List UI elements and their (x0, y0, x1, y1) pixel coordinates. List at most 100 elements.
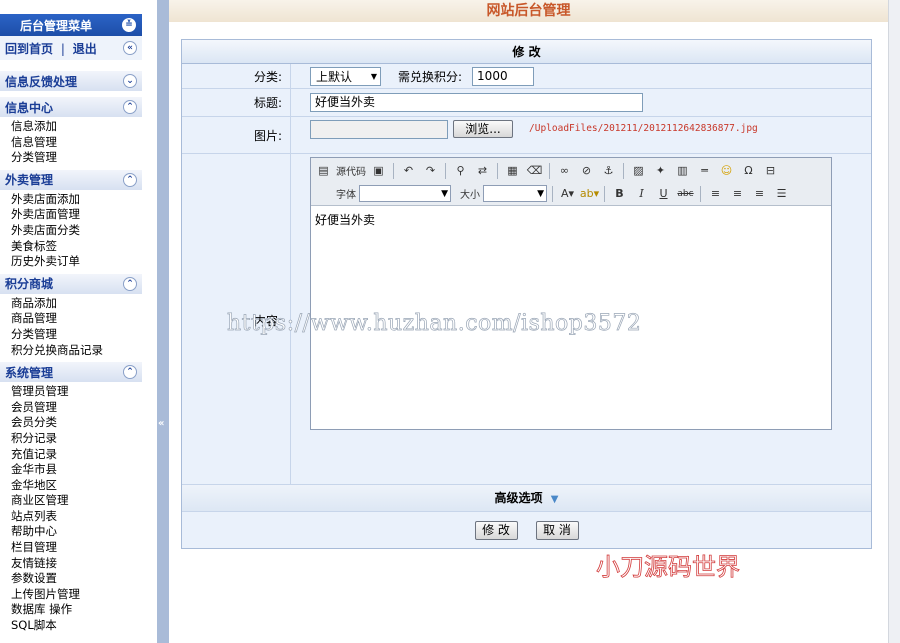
chevron-down-icon[interactable]: ⌄ (123, 74, 137, 88)
replace-icon[interactable]: ⇄ (473, 162, 492, 179)
image-path: /UploadFiles/201211/2012112642836877.jpg (529, 123, 758, 134)
sidebar-section: 积分商城 ⌃ 商品添加 商品管理 分类管理 积分兑换商品记录 (0, 273, 142, 359)
sidebar-item[interactable]: 商业区管理 (11, 493, 142, 509)
sidebar-item[interactable]: 金华市县 (11, 462, 142, 478)
link-icon[interactable]: ∞ (555, 162, 574, 179)
sidebar-item[interactable]: 分类管理 (11, 150, 142, 166)
flash-icon[interactable]: ✦ (651, 162, 670, 179)
sidebar-item[interactable]: 帮助中心 (11, 524, 142, 540)
find-icon[interactable]: ⚲ (451, 162, 470, 179)
toolbar-divider (497, 162, 498, 179)
category-label: 分类: (182, 64, 291, 88)
chevron-up-icon[interactable]: ⌃ (123, 100, 137, 114)
submit-button[interactable]: 修 改 (474, 520, 518, 540)
font-select[interactable]: ▼ (359, 185, 451, 202)
browse-button[interactable]: 浏览... (453, 120, 513, 138)
table-icon[interactable]: ▥ (673, 162, 692, 179)
sidebar-item-list: 外卖店面添加 外卖店面管理 外卖店面分类 美食标签 历史外卖订单 (0, 190, 142, 271)
sidebar-item-list: 信息添加 信息管理 分类管理 (0, 117, 142, 167)
sidebar-item[interactable]: 外卖店面管理 (11, 207, 142, 223)
italic-icon[interactable]: I (632, 185, 651, 202)
sidebar-item[interactable]: 商品添加 (11, 296, 142, 312)
image-file-input[interactable] (310, 120, 448, 139)
sidebar-item[interactable]: 信息添加 (11, 119, 142, 135)
sidebar-splitter[interactable]: « (157, 0, 169, 643)
align-center-icon[interactable]: ≡ (728, 185, 747, 202)
sidebar-item[interactable]: 会员分类 (11, 415, 142, 431)
eraser-icon[interactable]: ⌫ (525, 162, 544, 179)
sidebar-item[interactable]: 积分兑换商品记录 (11, 343, 142, 359)
size-select[interactable]: ▼ (483, 185, 547, 202)
redo-icon[interactable]: ↷ (421, 162, 440, 179)
image-icon[interactable]: ▨ (629, 162, 648, 179)
editor-toolbar: ▤ 源代码 ▣ ↶ ↷ ⚲ ⇄ ▦ ⌫ ∞ ⊘ ⚓ ▨ ✦ ▥ ═ ☺ Ω ⊟ … (311, 158, 831, 206)
category-select[interactable]: 上默认 ▼ (310, 66, 381, 86)
sidebar-section-header[interactable]: 信息反馈处理 ⌄ (0, 71, 142, 91)
cancel-button[interactable]: 取 消 (535, 520, 579, 540)
sidebar-item[interactable]: SQL脚本 (11, 618, 142, 634)
align-left-icon[interactable]: ≡ (706, 185, 725, 202)
undo-icon[interactable]: ↶ (399, 162, 418, 179)
source-button-label[interactable]: 源代码 (336, 163, 366, 178)
chevron-up-icon[interactable]: ⌃ (123, 276, 137, 291)
horizontal-rule-icon[interactable]: ═ (695, 162, 714, 179)
title-input[interactable]: 好便当外卖 (310, 93, 643, 112)
sidebar-item[interactable]: 金华地区 (11, 478, 142, 494)
sidebar-section-header[interactable]: 系统管理 ⌃ (0, 362, 142, 383)
sidebar-item[interactable]: 积分记录 (11, 431, 142, 447)
text-color-icon[interactable]: A▾ (558, 185, 577, 202)
toolbar-divider (604, 185, 605, 202)
anchor-icon[interactable]: ⚓ (599, 162, 618, 179)
chevron-up-icon[interactable]: ⌃ (123, 172, 137, 187)
page-break-icon[interactable]: ⊟ (761, 162, 780, 179)
sidebar-section-header[interactable]: 外卖管理 ⌃ (0, 169, 142, 190)
sidebar-item[interactable]: 商品管理 (11, 311, 142, 327)
home-link[interactable]: 回到首页 (5, 42, 53, 56)
double-chevron-left-icon[interactable]: « (123, 41, 137, 55)
sidebar-item[interactable]: 分类管理 (11, 327, 142, 343)
sidebar-item[interactable]: 上传图片管理 (11, 587, 142, 603)
chevron-up-icon[interactable]: ⌃ (123, 365, 137, 380)
category-value: 上默认 (316, 69, 353, 84)
sidebar-item[interactable]: 站点列表 (11, 509, 142, 525)
collapse-all-icon[interactable]: ≚ (122, 18, 136, 32)
align-right-icon[interactable]: ≡ (750, 185, 769, 202)
sidebar-item[interactable]: 管理员管理 (11, 384, 142, 400)
smiley-icon[interactable]: ☺ (717, 162, 736, 179)
unlink-icon[interactable]: ⊘ (577, 162, 596, 179)
editor-content[interactable]: 好便当外卖 (311, 206, 831, 233)
strikethrough-icon[interactable]: abc (676, 185, 695, 202)
sidebar-item[interactable]: 栏目管理 (11, 540, 142, 556)
sidebar-section-header[interactable]: 信息中心 ⌃ (0, 97, 142, 117)
sidebar-item[interactable]: 美食标签 (11, 239, 142, 255)
source-icon[interactable]: ▤ (314, 162, 333, 179)
justify-icon[interactable]: ☰ (772, 185, 791, 202)
sidebar-item[interactable]: 外卖店面添加 (11, 192, 142, 208)
paste-icon[interactable]: ▣ (369, 162, 388, 179)
rich-text-editor[interactable]: ▤ 源代码 ▣ ↶ ↷ ⚲ ⇄ ▦ ⌫ ∞ ⊘ ⚓ ▨ ✦ ▥ ═ ☺ Ω ⊟ … (310, 157, 832, 430)
vertical-scrollbar[interactable] (888, 0, 900, 643)
form-actions: 修 改 取 消 (182, 512, 871, 548)
sidebar-item[interactable]: 友情链接 (11, 556, 142, 572)
select-all-icon[interactable]: ▦ (503, 162, 522, 179)
sidebar-header[interactable]: 后台管理菜单 ≚ (0, 14, 142, 36)
special-char-icon[interactable]: Ω (739, 162, 758, 179)
sidebar-item[interactable]: 信息管理 (11, 135, 142, 151)
logout-link[interactable]: 退出 (73, 42, 97, 56)
sidebar-item-list: 商品添加 商品管理 分类管理 积分兑换商品记录 (0, 294, 142, 359)
sidebar-section-header[interactable]: 积分商城 ⌃ (0, 273, 142, 294)
sidebar-item[interactable]: 充值记录 (11, 447, 142, 463)
sidebar-item[interactable]: 会员管理 (11, 400, 142, 416)
underline-icon[interactable]: U (654, 185, 673, 202)
advanced-options-toggle[interactable]: 高级选项 ▼ (182, 485, 871, 512)
sidebar-item[interactable]: 参数设置 (11, 571, 142, 587)
bold-icon[interactable]: B (610, 185, 629, 202)
toolbar-divider (445, 162, 446, 179)
points-input[interactable]: 1000 (472, 66, 535, 86)
sidebar-item[interactable]: 数据库 操作 (11, 602, 142, 618)
background-color-icon[interactable]: ab▾ (580, 185, 599, 202)
sidebar-item[interactable]: 外卖店面分类 (11, 223, 142, 239)
sidebar-item[interactable]: 历史外卖订单 (11, 254, 142, 270)
title-row: 标题: 好便当外卖 (182, 89, 871, 117)
collapse-sidebar-icon[interactable]: « (158, 418, 164, 429)
